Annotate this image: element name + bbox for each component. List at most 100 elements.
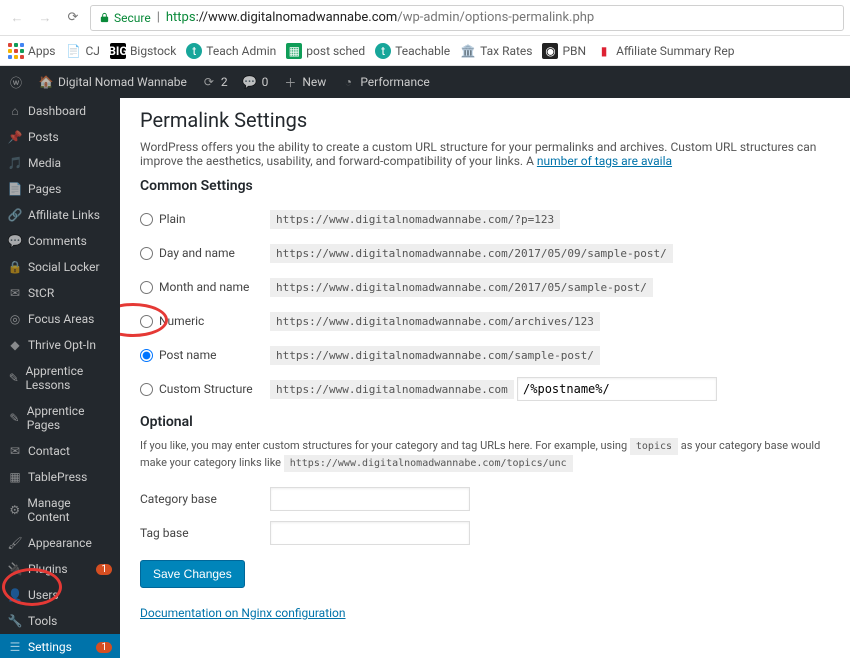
table-icon: ▦: [8, 470, 22, 484]
gauge-icon: ◔: [340, 74, 356, 90]
main-content: Permalink Settings WordPress offers you …: [120, 98, 850, 658]
menu-settings[interactable]: ☰Settings1: [0, 634, 120, 658]
menu-media[interactable]: 🎵Media: [0, 150, 120, 176]
custom-base: https://www.digitalnomadwannabe.com: [270, 380, 514, 399]
menu-comments[interactable]: 💬Comments: [0, 228, 120, 254]
optional-heading: Optional: [140, 414, 830, 430]
pin-icon: 📌: [8, 130, 22, 144]
url-host: ://www.digitalnomadwannabe.com: [196, 10, 398, 25]
apps-icon: [8, 43, 24, 59]
pbn-icon: ◉: [542, 43, 558, 59]
menu-stcr[interactable]: ✉StCR: [0, 280, 120, 306]
menu-manage-content[interactable]: ⚙Manage Content: [0, 490, 120, 530]
label-numeric: Numeric: [159, 314, 204, 328]
wp-logo[interactable]: ⓦ: [8, 74, 24, 90]
reload-button[interactable]: ⟳: [62, 7, 84, 29]
radio-custom[interactable]: [140, 383, 153, 396]
user-icon: 👤: [8, 588, 22, 602]
comments-link[interactable]: 💬0: [242, 74, 269, 90]
target-icon: ◎: [8, 312, 22, 326]
brush-icon: 🖌: [8, 536, 22, 550]
label-day: Day and name: [159, 246, 235, 260]
optin-icon: ◆: [8, 338, 22, 352]
back-button[interactable]: ←: [6, 7, 28, 29]
label-custom: Custom Structure: [159, 382, 253, 396]
site-name-link[interactable]: 🏠Digital Nomad Wannabe: [38, 74, 187, 90]
forward-button[interactable]: →: [34, 7, 56, 29]
url-separator: |: [157, 10, 160, 25]
example-month: https://www.digitalnomadwannabe.com/2017…: [270, 278, 653, 297]
radio-numeric[interactable]: [140, 315, 153, 328]
radio-postname[interactable]: [140, 349, 153, 362]
lock-icon: 🔒: [8, 260, 22, 274]
wrench-icon: 🔧: [8, 614, 22, 628]
apps-button[interactable]: Apps: [8, 43, 56, 59]
bookmark-bigstock[interactable]: BIGBigstock: [110, 43, 176, 59]
pages-icon: ✎: [8, 411, 21, 425]
menu-users[interactable]: 👤Users: [0, 582, 120, 608]
lesson-icon: ✎: [8, 371, 19, 385]
menu-social-locker[interactable]: 🔒Social Locker: [0, 254, 120, 280]
menu-plugins[interactable]: 🔌Plugins1: [0, 556, 120, 582]
bookmark-teach-admin[interactable]: tTeach Admin: [186, 43, 276, 59]
radio-plain[interactable]: [140, 213, 153, 226]
bookmark-pbn[interactable]: ◉PBN: [542, 43, 586, 59]
category-base-label: Category base: [140, 492, 217, 506]
address-bar[interactable]: Secure | https://www.digitalnomadwannabe…: [90, 5, 844, 31]
plugin-icon: 🔌: [8, 562, 22, 576]
new-link[interactable]: ＋New: [282, 74, 326, 90]
updates-icon: ⟳: [201, 74, 217, 90]
menu-tools[interactable]: 🔧Tools: [0, 608, 120, 634]
menu-appearance[interactable]: 🖌Appearance: [0, 530, 120, 556]
example-day: https://www.digitalnomadwannabe.com/2017…: [270, 244, 673, 263]
page-icon: 📄: [8, 182, 22, 196]
menu-apprentice-lessons[interactable]: ✎Apprentice Lessons: [0, 358, 120, 398]
menu-pages[interactable]: 📄Pages: [0, 176, 120, 202]
menu-dashboard[interactable]: ⌂Dashboard: [0, 98, 120, 124]
home-icon: 🏠: [38, 74, 54, 90]
secure-label: Secure: [114, 11, 151, 25]
menu-focus-areas[interactable]: ◎Focus Areas: [0, 306, 120, 332]
radio-day[interactable]: [140, 247, 153, 260]
nginx-doc-link[interactable]: Documentation on Nginx configuration: [140, 606, 346, 620]
example-plain: https://www.digitalnomadwannabe.com/?p=1…: [270, 210, 560, 229]
page-title: Permalink Settings: [140, 108, 830, 132]
bookmark-teachable[interactable]: tTeachable: [375, 43, 450, 59]
bookmarks-bar: Apps 📄CJ BIGBigstock tTeach Admin ▦post …: [0, 36, 850, 66]
label-month: Month and name: [159, 280, 249, 294]
plus-icon: ＋: [282, 74, 298, 90]
tag-base-input[interactable]: [270, 521, 470, 545]
bookmark-cj[interactable]: 📄CJ: [66, 43, 100, 59]
custom-structure-input[interactable]: [517, 377, 717, 401]
menu-apprentice-pages[interactable]: ✎Apprentice Pages: [0, 398, 120, 438]
radio-month[interactable]: [140, 281, 153, 294]
teachable-icon: t: [186, 43, 202, 59]
browser-toolbar: ← → ⟳ Secure | https://www.digitalnomadw…: [0, 0, 850, 36]
menu-contact[interactable]: ✉Contact: [0, 438, 120, 464]
menu-tablepress[interactable]: ▦TablePress: [0, 464, 120, 490]
url-path: /wp-admin/options-permalink.php: [397, 10, 594, 25]
category-base-input[interactable]: [270, 487, 470, 511]
performance-link[interactable]: ◔Performance: [340, 74, 429, 90]
menu-thrive-optin[interactable]: ◆Thrive Opt-In: [0, 332, 120, 358]
label-postname: Post name: [159, 348, 216, 362]
gear-icon: ⚙: [8, 503, 21, 517]
lock-icon: Secure: [99, 11, 151, 25]
link-icon: 🔗: [8, 208, 22, 222]
affiliate-icon: ▮: [596, 43, 612, 59]
file-icon: 📄: [66, 43, 82, 59]
bookmark-tax-rates[interactable]: 🏛️Tax Rates: [460, 43, 532, 59]
menu-posts[interactable]: 📌Posts: [0, 124, 120, 150]
comment-icon: 💬: [8, 234, 22, 248]
optional-description: If you like, you may enter custom struct…: [140, 438, 830, 472]
bookmark-post-sched[interactable]: ▦post sched: [286, 43, 365, 59]
menu-affiliate-links[interactable]: 🔗Affiliate Links: [0, 202, 120, 228]
admin-sidebar: ⌂Dashboard 📌Posts 🎵Media 📄Pages 🔗Affilia…: [0, 98, 120, 658]
updates-link[interactable]: ⟳2: [201, 74, 228, 90]
common-settings-heading: Common Settings: [140, 178, 830, 194]
bookmark-affiliate[interactable]: ▮Affiliate Summary Rep: [596, 43, 734, 59]
save-button[interactable]: Save Changes: [140, 560, 245, 588]
tags-link[interactable]: number of tags are availa: [537, 154, 672, 168]
wordpress-icon: ⓦ: [8, 74, 24, 90]
plugins-badge: 1: [96, 564, 112, 575]
